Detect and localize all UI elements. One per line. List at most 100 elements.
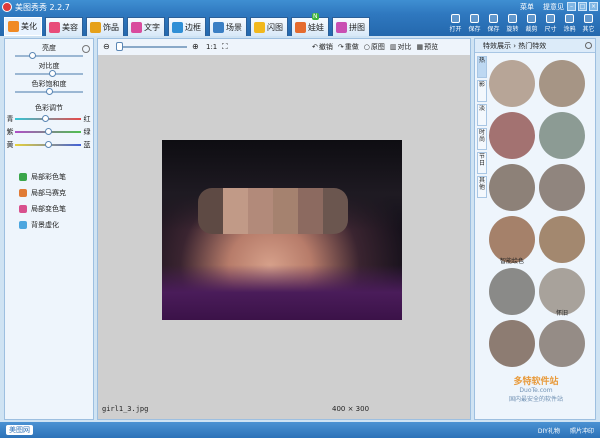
- action-label: 尺寸: [544, 26, 557, 33]
- feedback-link[interactable]: 提意见: [543, 2, 564, 12]
- color-slider-handle[interactable]: [41, 114, 49, 122]
- effect-thumb-1[interactable]: [539, 60, 585, 107]
- rotate-icon: [508, 14, 517, 23]
- open-icon: [451, 14, 460, 23]
- canvas-action-3[interactable]: ▥ 对比: [390, 42, 412, 52]
- actual-size-button[interactable]: 1:1: [206, 43, 217, 51]
- watermark-sub: 国内最安全的软件站: [508, 396, 563, 403]
- color-slider-1[interactable]: [15, 127, 81, 135]
- tab-5[interactable]: 场景: [209, 17, 247, 36]
- compare-icon: ▥: [389, 43, 397, 51]
- home-link[interactable]: 美图网: [6, 425, 33, 435]
- action-4[interactable]: 裁剪: [522, 14, 541, 33]
- action-1[interactable]: 保存: [465, 14, 484, 33]
- tab-0[interactable]: 美化: [4, 17, 42, 36]
- slider-1[interactable]: [15, 70, 83, 77]
- adjust-panel: 亮度 对比度 色彩饱和度 色彩调节 青红紫绿黄蓝 局部彩色笔 局部马赛克 局部变色笔 背景…: [4, 38, 94, 420]
- blur-icon: [19, 221, 27, 229]
- maximize-button[interactable]: □: [578, 2, 587, 11]
- effects-panel: 特效展示 › 热门特效 热影淡时尚 节日 其他 智能绘色 怀旧: [474, 38, 596, 420]
- fit-screen-icon[interactable]: ⛶: [222, 42, 228, 52]
- color-left-label: 紫: [6, 127, 14, 136]
- action-label: 涂鸦: [563, 26, 576, 33]
- effect-tab-5[interactable]: 其他: [477, 176, 487, 198]
- settings-icon[interactable]: [82, 45, 90, 53]
- slider-handle[interactable]: [29, 52, 36, 59]
- effect-tab-2[interactable]: 淡: [477, 104, 487, 126]
- color-slider-handle[interactable]: [45, 140, 52, 148]
- tab-label: 文字: [144, 22, 160, 32]
- action-3[interactable]: 旋转: [503, 14, 522, 33]
- save-icon: [470, 14, 479, 23]
- canvas-action-0[interactable]: ↶ 撤销: [312, 42, 333, 52]
- status-bar: 美图网 DIY礼物 照片冲印: [0, 422, 600, 438]
- effect-thumb-10[interactable]: [489, 320, 535, 367]
- flash-icon: [254, 21, 265, 33]
- color-slider-0[interactable]: [15, 114, 81, 122]
- mosaic-icon: [19, 189, 27, 197]
- canvas-action-4[interactable]: ▦ 预览: [416, 42, 438, 52]
- tab-4[interactable]: 边框: [168, 17, 206, 36]
- crop-icon: [527, 14, 536, 23]
- photo-print-link[interactable]: 照片冲印: [570, 426, 594, 435]
- canvas-action-1[interactable]: ↷ 重做: [338, 42, 359, 52]
- effect-thumb-11[interactable]: [539, 320, 585, 367]
- scene-icon: [213, 21, 224, 33]
- cosmetic-icon: [49, 21, 60, 33]
- tab-7[interactable]: 娃娃: [291, 17, 329, 36]
- diy-gift-link[interactable]: DIY礼物: [538, 426, 560, 435]
- menu-link[interactable]: 菜单: [520, 2, 534, 12]
- tool-0[interactable]: 局部彩色笔: [5, 169, 93, 185]
- panel-settings-icon[interactable]: [585, 42, 592, 49]
- slider-handle[interactable]: [49, 70, 57, 77]
- effect-thumb-5[interactable]: [539, 164, 585, 211]
- canvas-action-2[interactable]: ○ 原图: [364, 42, 385, 52]
- effect-thumb-0[interactable]: [489, 60, 535, 107]
- zoom-in-icon[interactable]: ⊕: [192, 42, 199, 51]
- action-6[interactable]: 涂鸦: [560, 14, 579, 33]
- tab-3[interactable]: 文字: [127, 17, 165, 36]
- effect-tab-4[interactable]: 节日: [477, 152, 487, 174]
- effect-thumb-2[interactable]: [489, 112, 535, 159]
- effect-thumb-3[interactable]: [539, 112, 585, 159]
- color-left-label: 黄: [6, 140, 14, 149]
- action-0[interactable]: 打开: [446, 14, 465, 33]
- tab-2[interactable]: 饰品: [86, 17, 124, 36]
- original-icon: ○: [363, 43, 370, 51]
- effect-tab-3[interactable]: 时尚: [477, 128, 487, 150]
- tab-1[interactable]: 美容: [45, 17, 83, 36]
- canvas-toolbar: ⊖ ⊕ 1:1 ⛶ ↶ 撤销 ↷ 重做 ○ 原图 ▥ 对比 ▦ 预览: [98, 39, 470, 55]
- mosaic-blur: [198, 188, 348, 234]
- action-5[interactable]: 尺寸: [541, 14, 560, 33]
- color-slider-handle[interactable]: [45, 127, 52, 135]
- tab-label: 美化: [21, 22, 37, 31]
- beautify-icon: [8, 21, 19, 32]
- effect-tab-1[interactable]: 影: [477, 80, 487, 102]
- action-7[interactable]: 其它: [579, 14, 598, 33]
- zoom-out-icon[interactable]: ⊖: [103, 42, 110, 51]
- effect-thumb-7[interactable]: [539, 216, 585, 263]
- action-2[interactable]: 保存: [484, 14, 503, 33]
- effects-breadcrumb[interactable]: 特效展示 › 热门特效: [475, 39, 595, 53]
- minimize-button[interactable]: –: [567, 2, 576, 11]
- effect-thumb-8[interactable]: [489, 268, 535, 315]
- canvas-action-label: 重做: [344, 43, 359, 51]
- zoom-handle[interactable]: [116, 42, 123, 51]
- color-row-0: 青红: [5, 112, 93, 125]
- tool-1[interactable]: 局部马赛克: [5, 185, 93, 201]
- zoom-slider[interactable]: [116, 42, 187, 51]
- tab-8[interactable]: 拼图: [332, 17, 370, 36]
- tool-label: 局部马赛克: [31, 189, 66, 197]
- effect-tab-0[interactable]: 热: [477, 56, 487, 78]
- slider-handle[interactable]: [46, 88, 53, 95]
- action-label: 旋转: [506, 26, 519, 33]
- slider-0[interactable]: [15, 52, 83, 59]
- effect-thumb-4[interactable]: [489, 164, 535, 211]
- canvas-action-label: 原图: [370, 43, 385, 51]
- tool-2[interactable]: 局部变色笔: [5, 201, 93, 217]
- tab-6[interactable]: 闪图: [250, 17, 288, 36]
- slider-2[interactable]: [15, 88, 83, 95]
- color-slider-2[interactable]: [15, 140, 81, 148]
- close-button[interactable]: ×: [589, 2, 598, 11]
- tool-3[interactable]: 背景虚化: [5, 217, 93, 233]
